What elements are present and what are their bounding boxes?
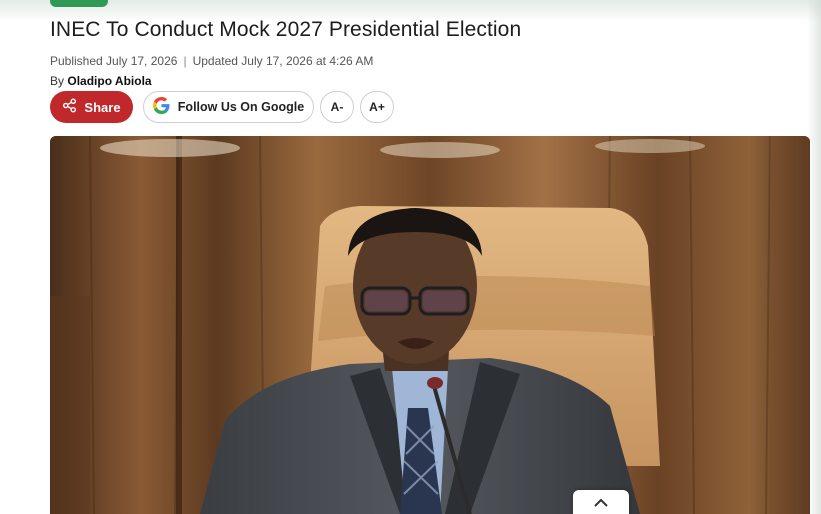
scroll-to-top-button[interactable]: [573, 490, 629, 514]
article-actions: Share Follow Us On Google A- A+: [50, 91, 394, 123]
font-increase-button[interactable]: A+: [360, 91, 394, 123]
byline-prefix: By: [50, 74, 65, 88]
published-date: Published July 17, 2026: [50, 54, 178, 68]
updated-date: Updated July 17, 2026 at 4:26 AM: [192, 54, 374, 68]
article-dates: Published July 17, 2026 | Updated July 17,…: [50, 54, 373, 68]
follow-label: Follow Us On Google: [177, 100, 305, 114]
share-button[interactable]: Share: [50, 91, 133, 123]
byline: By Oladipo Abiola: [50, 74, 152, 88]
share-icon: [62, 98, 77, 116]
share-label: Share: [84, 99, 121, 115]
date-separator: |: [183, 54, 187, 68]
google-g-icon: [152, 97, 170, 117]
follow-google-button[interactable]: Follow Us On Google: [143, 91, 314, 123]
chevron-up-icon: [593, 495, 609, 513]
font-decrease-button[interactable]: A-: [320, 91, 354, 123]
author-name[interactable]: Oladipo Abiola: [67, 74, 151, 88]
article-photo: [50, 136, 810, 514]
photo-illustration: [50, 136, 810, 514]
top-green-tab[interactable]: [50, 0, 108, 7]
article-title: INEC To Conduct Mock 2027 Presidential E…: [50, 18, 522, 41]
